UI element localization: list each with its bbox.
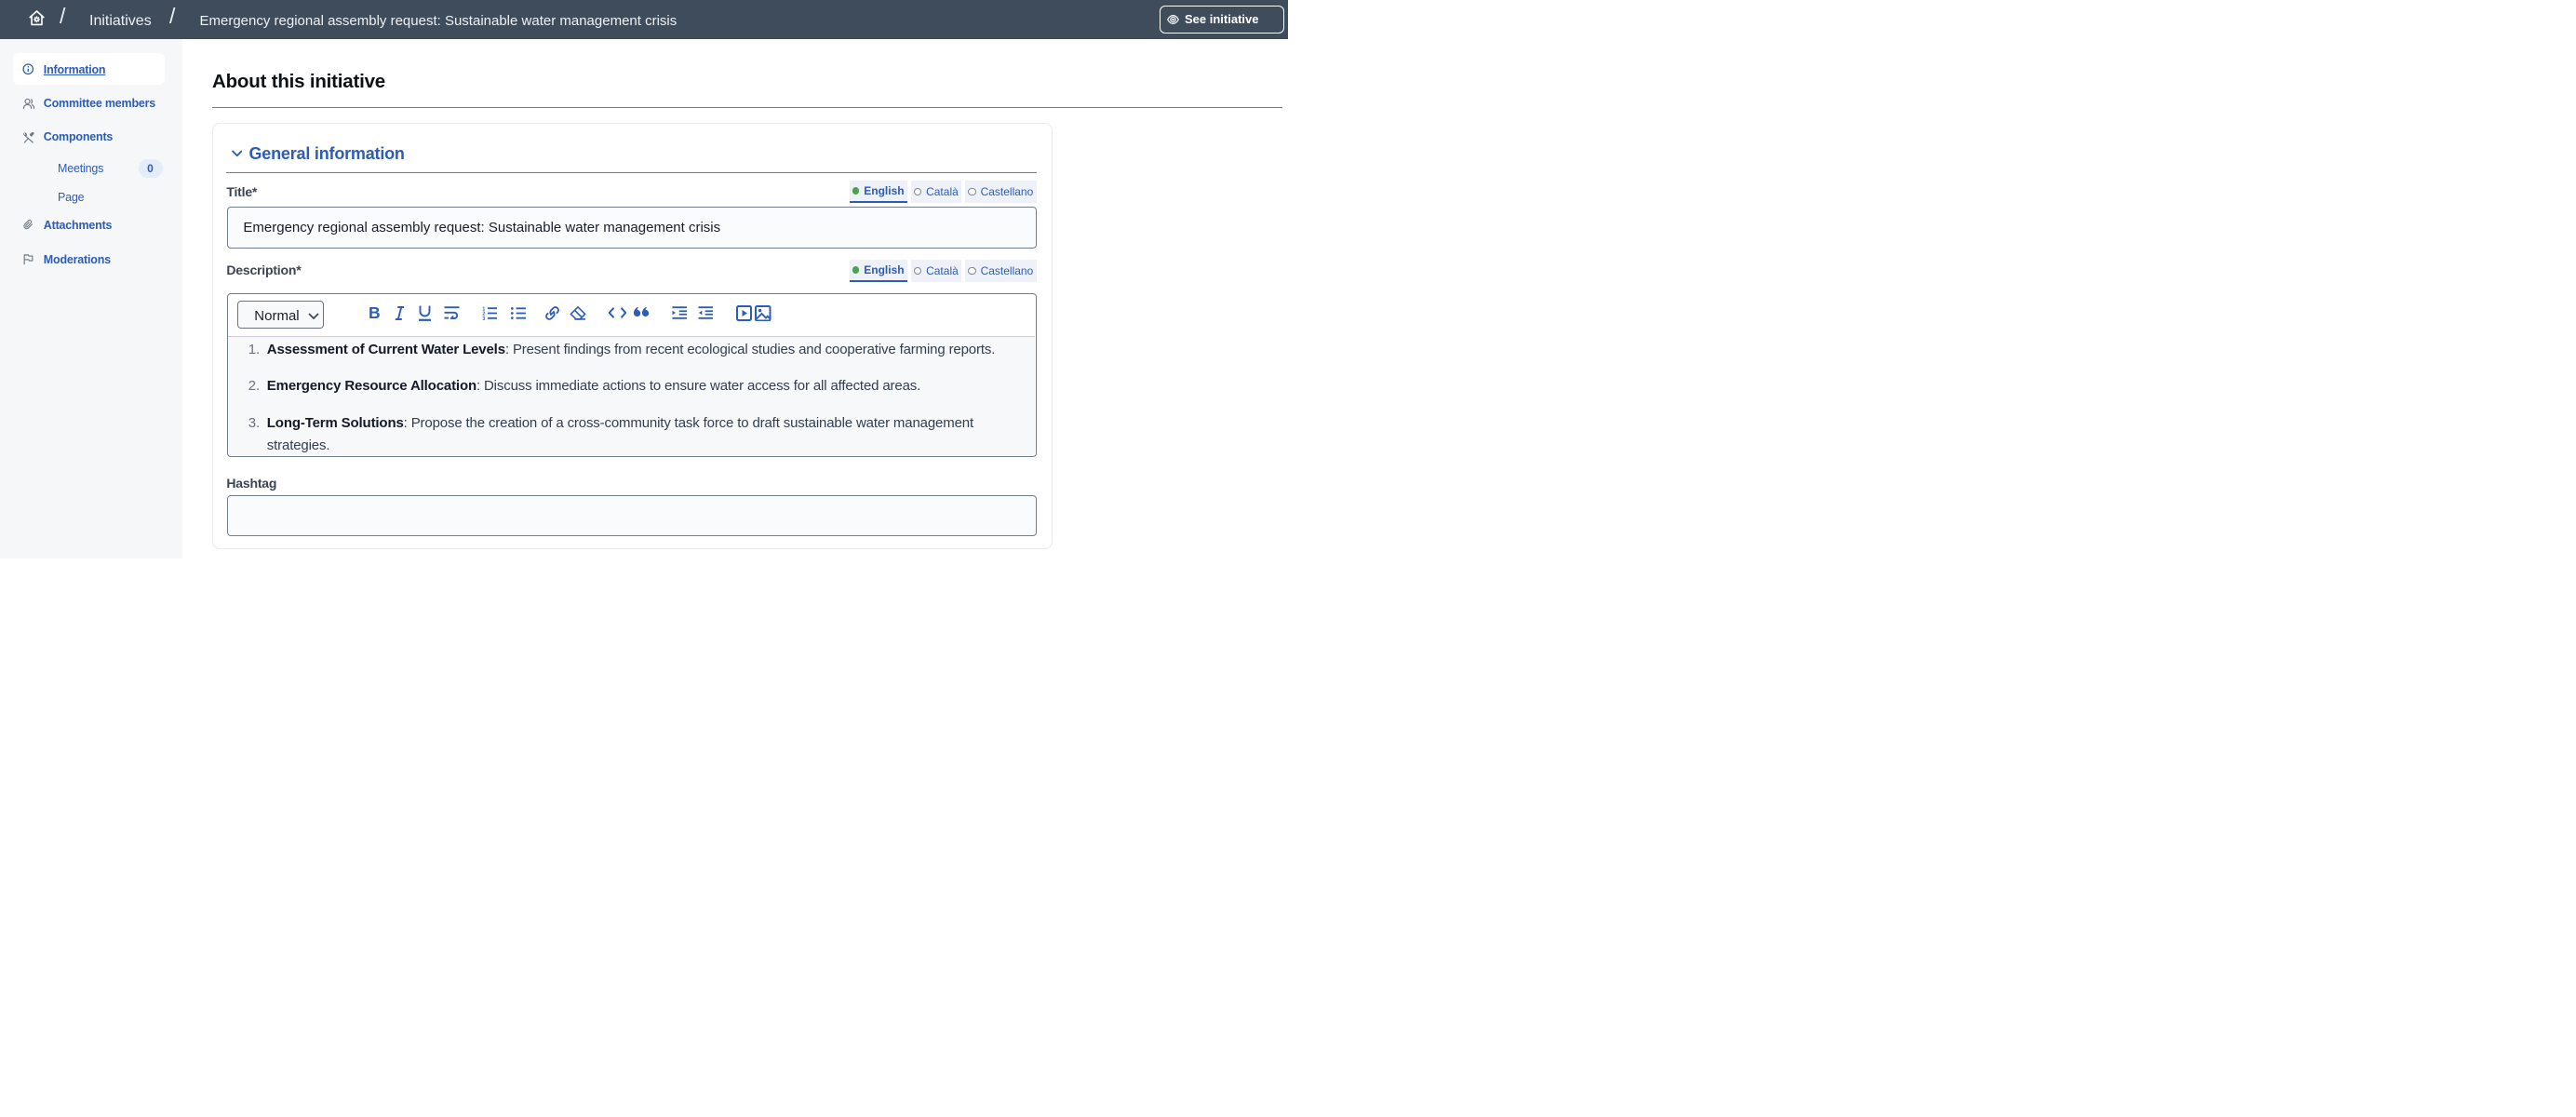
svg-text:3: 3 xyxy=(482,316,485,319)
